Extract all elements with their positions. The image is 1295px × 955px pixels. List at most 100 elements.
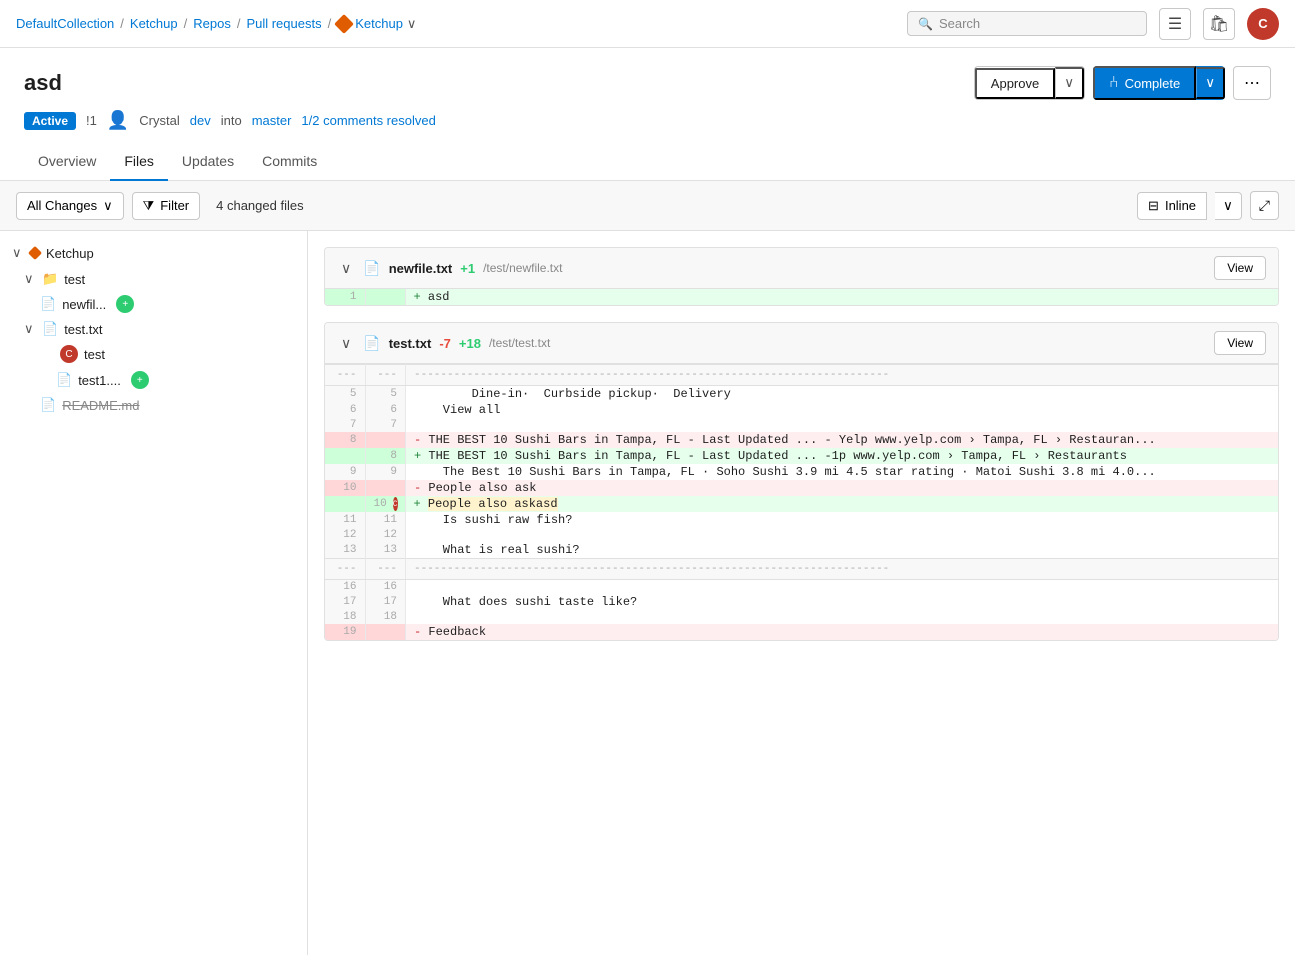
toolbar-left: All Changes ∨ ⧩ Filter 4 changed files bbox=[16, 192, 304, 220]
avatar[interactable]: C bbox=[1247, 8, 1279, 40]
main-content: ∨ Ketchup ∨ 📁 test 📄 newfil... + ∨ 📄 tes… bbox=[0, 231, 1295, 955]
expand-button[interactable]: ⤢ bbox=[1250, 191, 1279, 220]
tabs: Overview Files Updates Commits bbox=[0, 143, 1295, 181]
sidebar-folder-test[interactable]: ∨ 📁 test bbox=[0, 267, 307, 291]
file-name4: README.md bbox=[62, 398, 139, 413]
filter-label: Filter bbox=[160, 198, 189, 213]
sidebar-file-newfile[interactable]: 📄 newfil... + bbox=[0, 291, 307, 317]
list-icon[interactable]: ☰ bbox=[1159, 8, 1191, 40]
additions-count2: +18 bbox=[459, 336, 481, 351]
file-icon4: 📄 bbox=[40, 397, 56, 413]
breadcrumb-repo[interactable]: Ketchup ∨ bbox=[337, 16, 416, 32]
sidebar-comment-test[interactable]: C test bbox=[0, 341, 307, 367]
inline-view-button[interactable]: ⊟ Inline bbox=[1137, 192, 1207, 220]
approve-dropdown[interactable]: ∨ bbox=[1055, 67, 1084, 99]
folder-name: test bbox=[64, 272, 85, 287]
all-changes-label: All Changes bbox=[27, 198, 97, 213]
file-icon: 📄 bbox=[40, 296, 56, 312]
file-name-display2: test.txt bbox=[389, 336, 432, 351]
sidebar-file-test1[interactable]: 📄 test1.... + bbox=[0, 367, 307, 393]
complete-dropdown[interactable]: ∨ bbox=[1196, 67, 1225, 99]
branch-into: into bbox=[221, 113, 242, 128]
view-button-testtxt[interactable]: View bbox=[1214, 331, 1266, 355]
pr-actions: Approve ∨ ⑃ Complete ∨ ⋯ bbox=[974, 66, 1271, 100]
breadcrumb-project[interactable]: Ketchup bbox=[130, 16, 178, 31]
file-diff-title-testtxt: test.txt -7 +18 bbox=[389, 336, 481, 351]
view-button-newfile[interactable]: View bbox=[1214, 256, 1266, 280]
file-name3: test1.... bbox=[78, 373, 121, 388]
bag-icon[interactable]: 🛍 bbox=[1203, 8, 1235, 40]
all-changes-dropdown[interactable]: All Changes ∨ bbox=[16, 192, 124, 220]
repo-name: Ketchup bbox=[46, 246, 94, 261]
diff-row-removed: 19 - Feedback bbox=[325, 624, 1278, 640]
deletions-count: -7 bbox=[439, 336, 451, 351]
folder-name2: test.txt bbox=[64, 322, 102, 337]
tab-files[interactable]: Files bbox=[110, 143, 168, 181]
branch-to[interactable]: master bbox=[252, 113, 292, 128]
diff-row: 17 17 What does sushi taste like? bbox=[325, 594, 1278, 610]
new-line-num bbox=[365, 289, 405, 305]
breadcrumb-repos[interactable]: Repos bbox=[193, 16, 231, 31]
complete-button[interactable]: ⑃ Complete bbox=[1093, 66, 1196, 100]
comment-file-name: test bbox=[84, 347, 105, 362]
author-avatar: 👤 bbox=[107, 110, 129, 131]
pr-header: asd Approve ∨ ⑃ Complete ∨ ⋯ bbox=[0, 48, 1295, 110]
toolbar-right: ⊟ Inline ∨ ⤢ bbox=[1137, 191, 1279, 220]
complete-button-group: ⑃ Complete ∨ bbox=[1093, 66, 1225, 100]
file-diff-testtxt: ∨ 📄 test.txt -7 +18 /test/test.txt View … bbox=[324, 322, 1279, 641]
search-input[interactable]: 🔍 Search bbox=[907, 11, 1147, 36]
collapse-testtxt[interactable]: ∨ bbox=[337, 335, 355, 352]
collapse-newfile[interactable]: ∨ bbox=[337, 260, 355, 277]
comments-resolved[interactable]: 1/2 comments resolved bbox=[301, 113, 435, 128]
diff-table-newfile: 1 + asd bbox=[325, 289, 1278, 305]
toolbar: All Changes ∨ ⧩ Filter 4 changed files ⊟… bbox=[0, 181, 1295, 231]
more-options-button[interactable]: ⋯ bbox=[1233, 66, 1271, 100]
breadcrumb-prs[interactable]: Pull requests bbox=[246, 16, 321, 31]
tab-commits[interactable]: Commits bbox=[248, 143, 331, 181]
diff-row-added: 8 + THE BEST 10 Sushi Bars in Tampa, FL … bbox=[325, 448, 1278, 464]
sidebar-folder-testtxt[interactable]: ∨ 📄 test.txt bbox=[0, 317, 307, 341]
active-badge: Active bbox=[24, 112, 76, 130]
file-path2: /test/test.txt bbox=[489, 336, 550, 350]
file-diff-title-newfile: newfile.txt +1 bbox=[389, 261, 475, 276]
file-icon2: 📄 bbox=[42, 321, 58, 337]
branch-from[interactable]: dev bbox=[190, 113, 211, 128]
merge-icon: ⑃ bbox=[1109, 74, 1119, 92]
diff-row: 6 6 View all bbox=[325, 402, 1278, 418]
file-diff-newfile: ∨ 📄 newfile.txt +1 /test/newfile.txt Vie… bbox=[324, 247, 1279, 306]
comment-dot: C bbox=[60, 345, 78, 363]
diff-row: 5 5 Dine-in· Curbside pickup· Delivery bbox=[325, 386, 1278, 403]
approve-button-group: Approve ∨ bbox=[974, 66, 1085, 100]
diff-separator2: --- --- --------------------------------… bbox=[325, 559, 1278, 580]
repo-chevron: ∨ bbox=[12, 245, 24, 261]
folder-icon: 📁 bbox=[42, 271, 58, 287]
filter-button[interactable]: ⧩ Filter bbox=[132, 192, 201, 220]
file-icon3: 📄 bbox=[56, 372, 72, 388]
view-dropdown[interactable]: ∨ bbox=[1215, 192, 1242, 220]
tab-updates[interactable]: Updates bbox=[168, 143, 248, 181]
breadcrumb-collection[interactable]: DefaultCollection bbox=[16, 16, 114, 31]
author-name: Crystal bbox=[139, 113, 179, 128]
sidebar: ∨ Ketchup ∨ 📁 test 📄 newfil... + ∨ 📄 tes… bbox=[0, 231, 308, 955]
search-icon: 🔍 bbox=[918, 17, 933, 31]
file-name-display: newfile.txt bbox=[389, 261, 453, 276]
additions-count: +1 bbox=[460, 261, 475, 276]
approve-button[interactable]: Approve bbox=[975, 68, 1055, 99]
topnav-right: 🔍 Search ☰ 🛍 C bbox=[907, 8, 1279, 40]
diff-separator: --- --- --------------------------------… bbox=[325, 365, 1278, 386]
diamond-icon bbox=[334, 14, 354, 34]
breadcrumb: DefaultCollection / Ketchup / Repos / Pu… bbox=[16, 16, 416, 32]
folder-chevron: ∨ bbox=[24, 271, 36, 287]
sidebar-file-readme[interactable]: 📄 README.md bbox=[0, 393, 307, 417]
diff-row: 12 12 bbox=[325, 528, 1278, 542]
line-content: + asd bbox=[405, 289, 1278, 305]
sidebar-repo[interactable]: ∨ Ketchup bbox=[0, 239, 307, 267]
file-icon5: 📄 bbox=[363, 260, 380, 277]
dropdown-chevron: ∨ bbox=[103, 198, 113, 214]
tab-overview[interactable]: Overview bbox=[24, 143, 110, 181]
diff-row: 18 18 bbox=[325, 610, 1278, 624]
old-line-num: 1 bbox=[325, 289, 365, 305]
pr-title: asd bbox=[24, 70, 62, 96]
add-badge[interactable]: + bbox=[116, 295, 134, 313]
add-badge2[interactable]: + bbox=[131, 371, 149, 389]
